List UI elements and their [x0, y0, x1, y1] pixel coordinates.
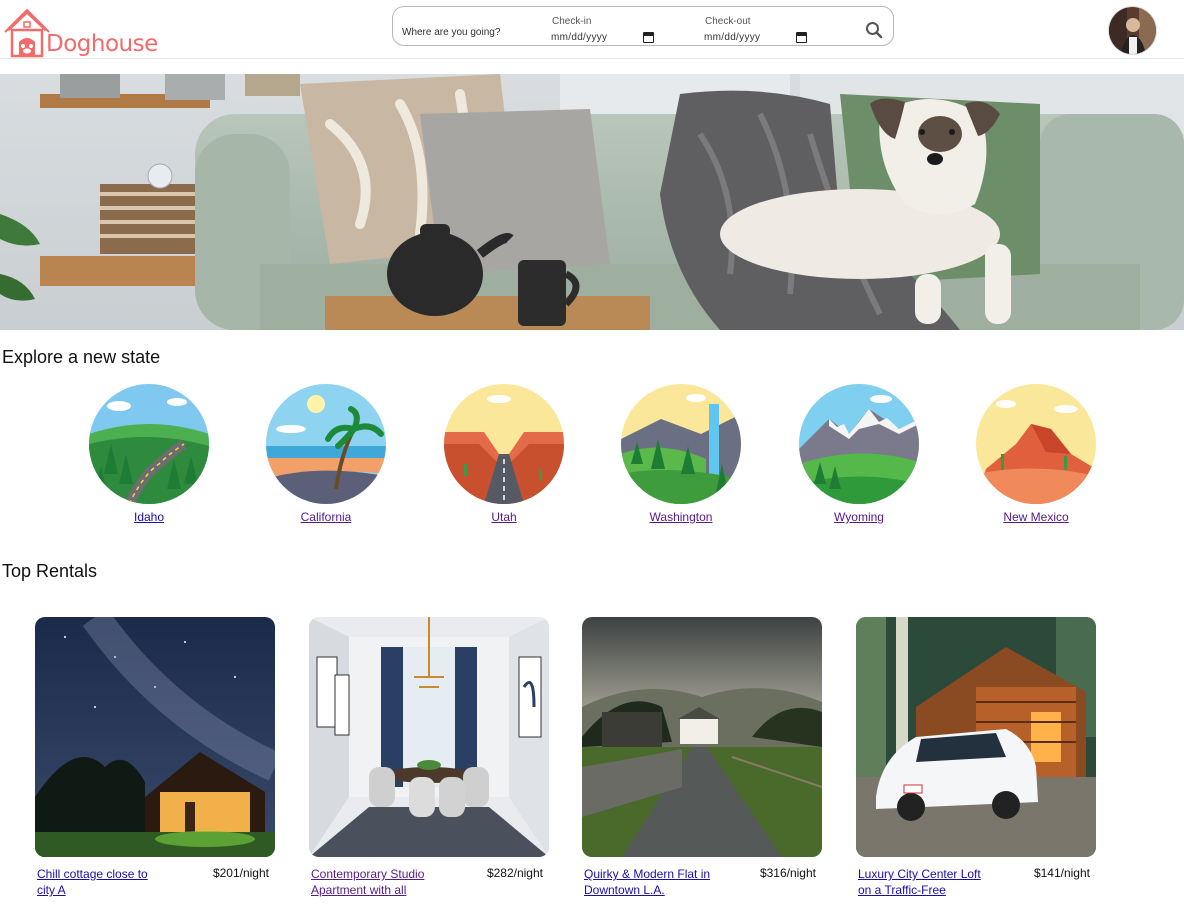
search-bar: Where are you going? Check-in mm/dd/yyyy…	[392, 6, 894, 46]
state-link-wyoming[interactable]: Wyoming	[834, 510, 884, 524]
state-card-wyoming: Wyoming	[789, 384, 929, 526]
hero-image	[0, 74, 1184, 330]
state-card-utah: Utah	[434, 384, 574, 526]
logo[interactable]: Doghouse	[4, 6, 158, 58]
destination-input[interactable]: Where are you going?	[402, 27, 500, 38]
rental-price: $282/night	[486, 866, 543, 880]
state-card-washington: Washington	[611, 384, 751, 526]
check-in-input[interactable]: mm/dd/yyyy	[551, 32, 643, 43]
check-in-field[interactable]: Check-in mm/dd/yyyy	[551, 16, 654, 43]
explore-heading: Explore a new state	[2, 347, 161, 367]
idaho-illustration[interactable]	[89, 384, 209, 504]
avatar-photo	[1109, 7, 1156, 54]
check-in-label: Check-in	[552, 16, 592, 27]
check-out-label: Check-out	[705, 16, 751, 27]
california-illustration[interactable]	[266, 384, 386, 504]
rental-price: $316/night	[759, 866, 816, 880]
state-card-idaho: Idaho	[79, 384, 219, 526]
rental-photo[interactable]	[35, 617, 275, 857]
rental-title-link[interactable]: Luxury City Center Loft on a Traffic-Fre…	[858, 866, 986, 898]
top-nav: Doghouse Where are you going? Check-in m…	[0, 0, 1184, 59]
user-avatar[interactable]	[1108, 6, 1157, 55]
rental-card: Chill cottage close to city A $201/night	[35, 617, 275, 906]
rental-photo[interactable]	[309, 617, 549, 857]
state-link-utah[interactable]: Utah	[491, 510, 516, 524]
rental-card: Quirky & Modern Flat in Downtown L.A. $3…	[582, 617, 822, 906]
calendar-icon[interactable]	[796, 32, 807, 43]
rental-card: Contemporary Studio Apartment with all $…	[309, 617, 549, 906]
utah-illustration[interactable]	[444, 384, 564, 504]
rental-card: Luxury City Center Loft on a Traffic-Fre…	[856, 617, 1096, 906]
new-mexico-illustration[interactable]	[976, 384, 1096, 504]
rental-title-link[interactable]: Contemporary Studio Apartment with all	[311, 866, 439, 898]
calendar-icon[interactable]	[643, 32, 654, 43]
state-card-california: California	[256, 384, 396, 526]
rental-price: $201/night	[212, 866, 269, 880]
search-icon[interactable]	[865, 21, 883, 39]
state-link-washington[interactable]: Washington	[650, 510, 713, 524]
state-link-idaho[interactable]: Idaho	[134, 510, 164, 524]
top-rentals-heading: Top Rentals	[2, 561, 98, 581]
washington-illustration[interactable]	[621, 384, 741, 504]
wyoming-illustration[interactable]	[799, 384, 919, 504]
brand-name: Doghouse	[46, 31, 158, 57]
rental-title-link[interactable]: Quirky & Modern Flat in Downtown L.A.	[584, 866, 712, 898]
state-card-new-mexico: New Mexico	[966, 384, 1106, 526]
state-link-california[interactable]: California	[301, 510, 352, 524]
check-out-input[interactable]: mm/dd/yyyy	[704, 32, 796, 43]
hero-banner	[0, 74, 1184, 330]
check-out-field[interactable]: Check-out mm/dd/yyyy	[704, 16, 807, 43]
state-link-new-mexico[interactable]: New Mexico	[1003, 510, 1068, 524]
rental-title-link[interactable]: Chill cottage close to city A	[37, 866, 165, 898]
rental-price: $141/night	[1033, 866, 1090, 880]
rental-photo[interactable]	[582, 617, 822, 857]
rental-photo[interactable]	[856, 617, 1096, 857]
doghouse-logo-icon	[4, 8, 50, 58]
